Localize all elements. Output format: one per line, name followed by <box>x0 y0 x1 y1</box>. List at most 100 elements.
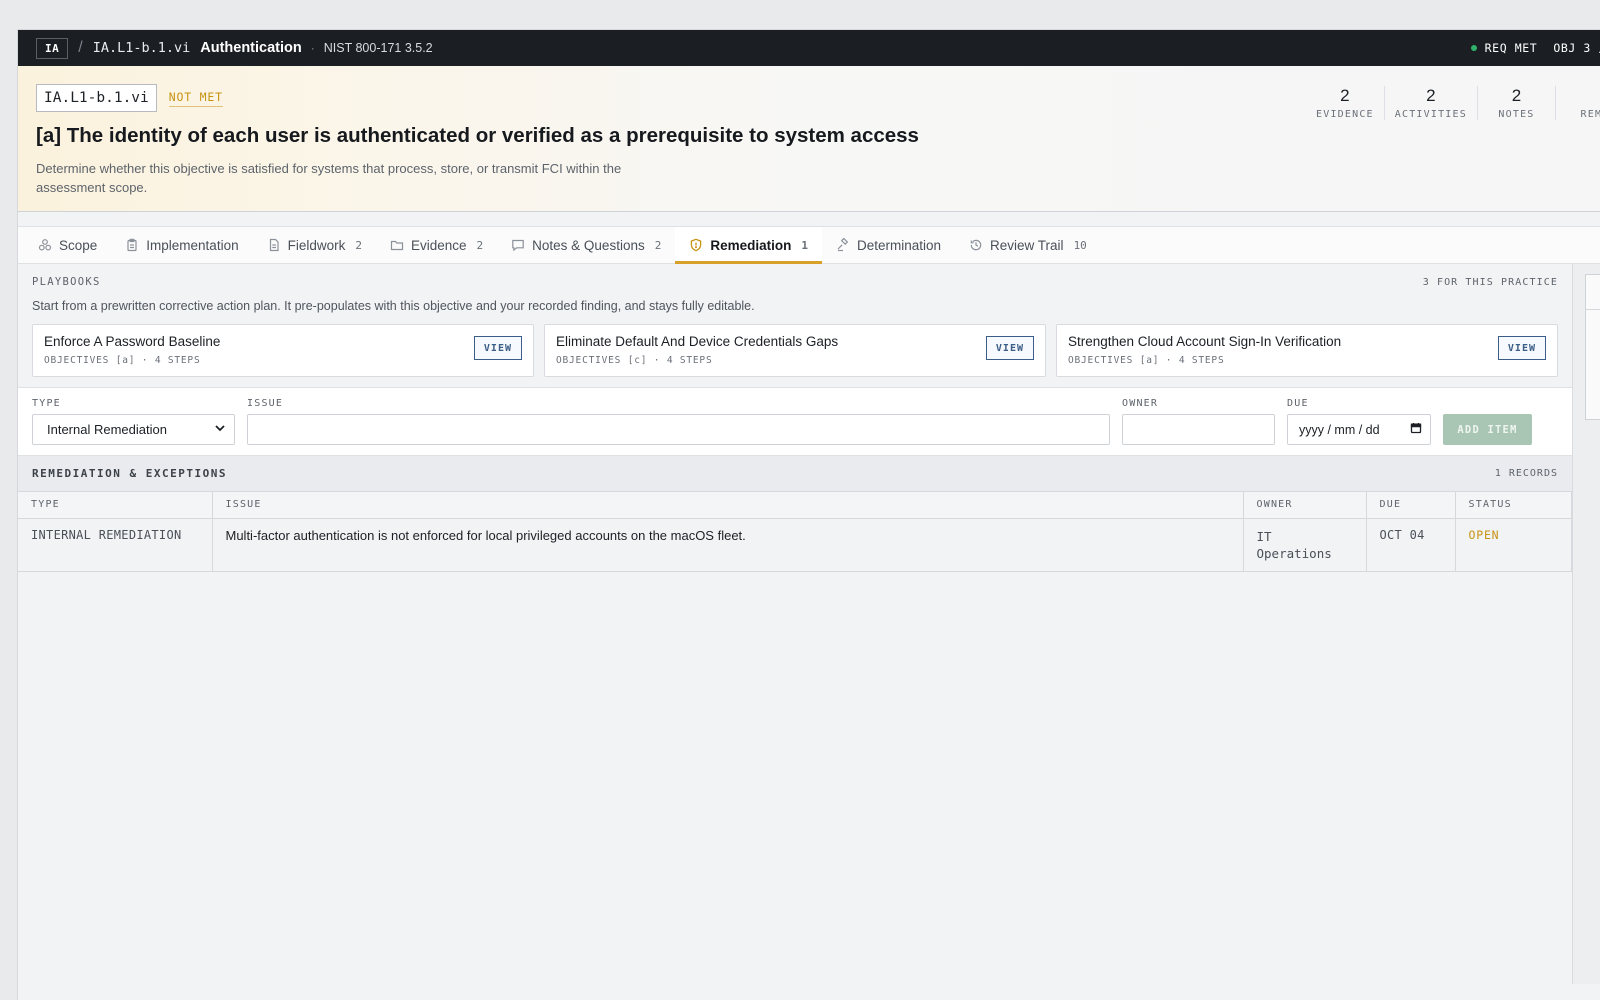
cell-issue: Multi-factor authentication is not enfor… <box>212 518 1244 572</box>
tab-review-trail[interactable]: Review Trail 10 <box>955 227 1101 263</box>
stat-notes[interactable]: 2 NOTES <box>1478 86 1556 120</box>
shield-icon <box>689 238 703 252</box>
tab-evidence[interactable]: Evidence 2 <box>376 227 497 263</box>
playbooks-section: PLAYBOOKS 3 FOR THIS PRACTICE Start from… <box>18 264 1572 388</box>
stat-value: 2 <box>1426 86 1436 105</box>
document-icon <box>267 238 281 252</box>
breadcrumb-practice-id[interactable]: IA.L1-b.1.vi <box>93 40 191 56</box>
records-count: 1 RECORDS <box>1494 468 1558 479</box>
cell-owner: IT Operations <box>1243 518 1367 572</box>
app-window: IA / IA.L1-b.1.vi Authentication · NIST … <box>18 30 1600 1000</box>
tab-count: 2 <box>476 238 484 252</box>
view-playbook-button[interactable]: VIEW <box>473 336 522 360</box>
type-select-value: Internal Remediation <box>47 422 167 437</box>
tab-notes-questions[interactable]: Notes & Questions 2 <box>497 227 675 263</box>
tab-remediation[interactable]: Remediation 1 <box>675 227 822 264</box>
due-group: DUE yyyy / mm / dd <box>1287 398 1431 445</box>
scrollbar-thumb[interactable] <box>1585 274 1600 420</box>
playbook-card[interactable]: Strengthen Cloud Account Sign-In Verific… <box>1056 324 1558 377</box>
add-item-button[interactable]: ADD ITEM <box>1443 414 1532 445</box>
playbook-title: Enforce A Password Baseline <box>44 334 221 349</box>
objective-description: Determine whether this objective is sati… <box>36 161 622 195</box>
stat-remediation[interactable]: REME <box>1556 86 1600 120</box>
chevron-down-icon <box>214 422 226 437</box>
calendar-icon[interactable] <box>1410 422 1422 437</box>
type-group: TYPE Internal Remediation <box>32 398 235 445</box>
tab-label: Notes & Questions <box>532 237 645 253</box>
status-dot-icon <box>1470 45 1477 51</box>
tab-determination[interactable]: Determination <box>822 227 955 263</box>
breadcrumb-practice-name: Authentication <box>200 40 302 56</box>
records-header: REMEDIATION & EXCEPTIONS 1 RECORDS <box>18 456 1572 492</box>
scope-icon <box>38 238 52 252</box>
playbook-card[interactable]: Eliminate Default And Device Credentials… <box>544 324 1046 377</box>
playbook-title: Strengthen Cloud Account Sign-In Verific… <box>1068 334 1342 349</box>
owner-input[interactable] <box>1122 414 1275 445</box>
cell-type: INTERNAL REMEDIATION <box>18 518 213 572</box>
view-playbook-button[interactable]: VIEW <box>985 336 1034 360</box>
playbooks-label: PLAYBOOKS <box>32 276 101 288</box>
clipboard-icon <box>125 238 139 252</box>
column-header-issue[interactable]: ISSUE <box>212 492 1244 519</box>
tab-count: 1 <box>801 238 808 252</box>
top-bar: IA / IA.L1-b.1.vi Authentication · NIST … <box>18 30 1600 66</box>
stat-label: REME <box>1580 109 1600 120</box>
remediation-table: TYPE ISSUE OWNER DUE STATUS INTERNAL REM… <box>18 492 1572 572</box>
playbooks-intro: Start from a prewritten corrective actio… <box>32 299 755 313</box>
breadcrumb-separator: / <box>78 39 83 56</box>
stat-label: ACTIVITIES <box>1394 109 1467 120</box>
page-title: [a] The identity of each user is authent… <box>36 124 919 147</box>
playbook-meta: OBJECTIVES [c] · 4 STEPS <box>556 355 713 366</box>
playbook-card[interactable]: Enforce A Password Baseline OBJECTIVES [… <box>32 324 534 377</box>
tab-label: Fieldwork <box>287 237 346 253</box>
stat-label: EVIDENCE <box>1316 109 1374 120</box>
playbook-title: Eliminate Default And Device Credentials… <box>556 334 839 349</box>
view-playbook-button[interactable]: VIEW <box>1497 336 1546 360</box>
gavel-icon <box>836 238 850 252</box>
issue-label: ISSUE <box>247 398 284 409</box>
column-header-due[interactable]: DUE <box>1366 492 1456 519</box>
column-header-type[interactable]: TYPE <box>18 492 213 519</box>
records-title: REMEDIATION & EXCEPTIONS <box>32 467 227 480</box>
tab-label: Review Trail <box>990 237 1064 253</box>
owner-label: OWNER <box>1122 398 1159 409</box>
stat-value: 2 <box>1511 86 1522 105</box>
cell-status[interactable]: OPEN <box>1455 518 1572 572</box>
objective-id: IA.L1-b.1.vi <box>36 84 157 112</box>
table-row[interactable]: INTERNAL REMEDIATION Multi-factor authen… <box>18 518 1572 572</box>
tab-implementation[interactable]: Implementation <box>111 227 252 263</box>
folder-icon <box>390 238 404 252</box>
tab-bar: Scope Implementation Fieldwork 2 Evidenc… <box>18 226 1600 264</box>
family-badge[interactable]: IA <box>36 37 69 59</box>
due-date-input[interactable]: yyyy / mm / dd <box>1287 414 1431 445</box>
objective-indicator[interactable]: OBJ 3 / <box>1553 41 1600 55</box>
table-header-row: TYPE ISSUE OWNER DUE STATUS <box>18 492 1572 519</box>
add-remediation-form: TYPE Internal Remediation ISSUE OWNER DU… <box>18 388 1572 456</box>
tab-scope[interactable]: Scope <box>24 227 111 263</box>
stat-value: 2 <box>1340 86 1350 105</box>
tab-label: Evidence <box>410 237 467 253</box>
issue-group: ISSUE <box>247 398 1110 445</box>
column-header-status[interactable]: STATUS <box>1455 492 1572 519</box>
objective-header: IA.L1-b.1.vi NOT MET [a] The identity of… <box>18 66 1600 212</box>
playbook-meta: OBJECTIVES [a] · 4 STEPS <box>1068 355 1225 366</box>
type-select[interactable]: Internal Remediation <box>32 414 235 445</box>
playbook-meta: OBJECTIVES [a] · 4 STEPS <box>44 355 201 366</box>
side-panel-scrollbar[interactable] <box>1572 264 1600 984</box>
tab-content: PLAYBOOKS 3 FOR THIS PRACTICE Start from… <box>18 264 1600 984</box>
due-label: DUE <box>1287 398 1309 409</box>
stat-evidence[interactable]: 2 EVIDENCE <box>1306 86 1385 120</box>
issue-input[interactable] <box>247 414 1110 445</box>
cell-due: OCT 04 <box>1366 518 1456 572</box>
tab-count: 2 <box>355 238 362 252</box>
tab-fieldwork[interactable]: Fieldwork 2 <box>253 227 376 263</box>
tab-label: Implementation <box>146 237 239 253</box>
column-header-owner[interactable]: OWNER <box>1243 492 1367 519</box>
status-badge: NOT MET <box>168 90 223 107</box>
tab-label: Determination <box>856 237 942 253</box>
playbook-list: Enforce A Password Baseline OBJECTIVES [… <box>32 324 1558 377</box>
type-label: TYPE <box>32 398 61 409</box>
remediation-panel: PLAYBOOKS 3 FOR THIS PRACTICE Start from… <box>18 264 1572 572</box>
tab-count: 2 <box>654 238 662 252</box>
stat-activities[interactable]: 2 ACTIVITIES <box>1385 86 1478 120</box>
